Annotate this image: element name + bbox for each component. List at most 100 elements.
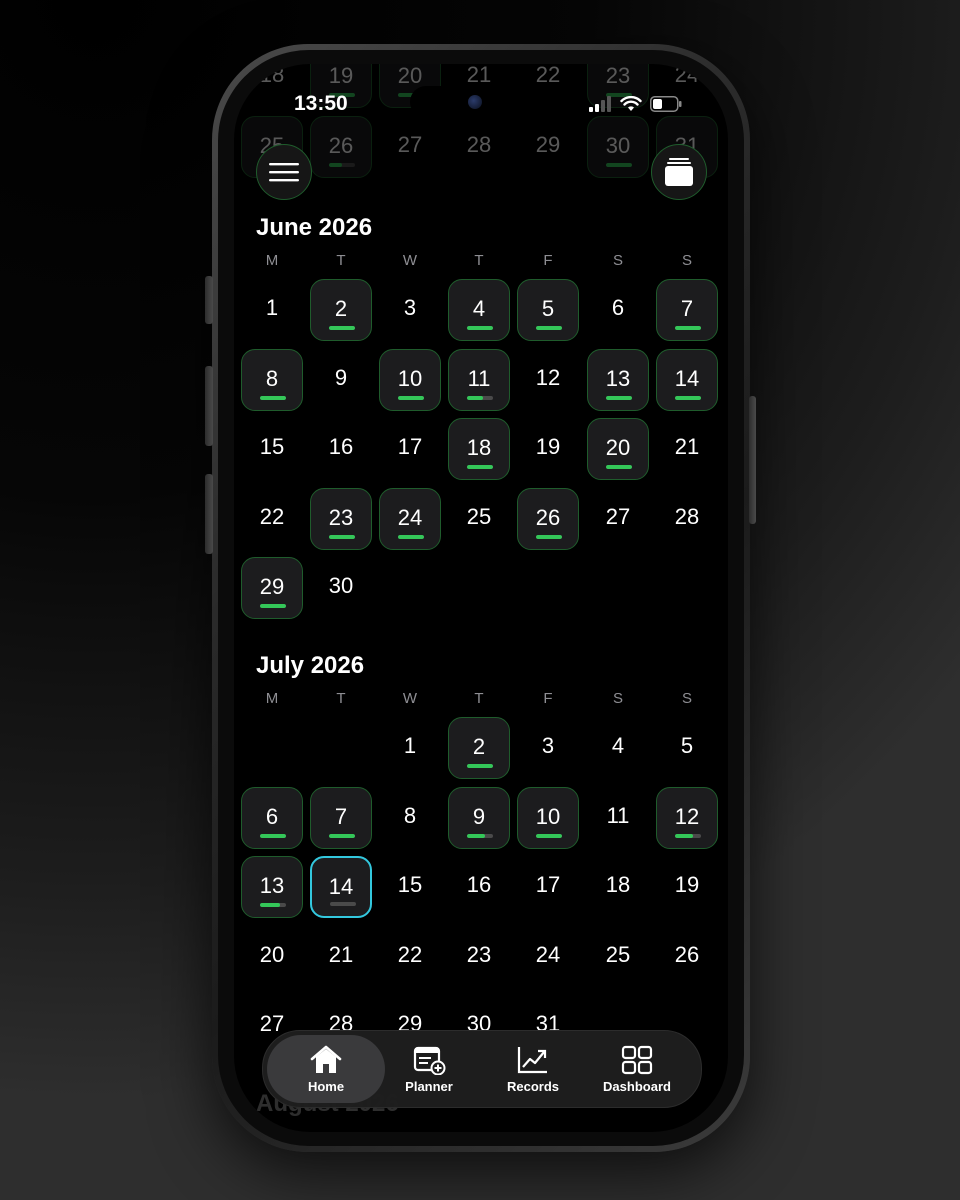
day-progress-fill — [675, 326, 701, 330]
calendar-day[interactable]: 30 — [310, 557, 372, 619]
calendar-day[interactable]: 17 — [517, 856, 579, 918]
calendar-day[interactable]: 20 — [241, 926, 303, 988]
day-number: 6 — [611, 295, 625, 320]
calendar-day[interactable]: 15 — [241, 418, 303, 480]
calendar-day[interactable]: 28 — [656, 488, 718, 550]
tab-planner-label: Planner — [405, 1079, 453, 1094]
calendar-day[interactable]: 3 — [517, 717, 579, 779]
day-progress-bar — [329, 834, 355, 838]
calendar-day[interactable]: 29 — [517, 116, 579, 178]
calendar-day[interactable]: 26 — [517, 488, 579, 550]
calendar-day[interactable]: 16 — [448, 856, 510, 918]
calendar-day[interactable]: 27 — [379, 116, 441, 178]
day-number: 16 — [466, 872, 492, 897]
day-number: 27 — [605, 504, 631, 529]
calendar-day[interactable]: 24 — [379, 488, 441, 550]
calendar-day[interactable]: 17 — [379, 418, 441, 480]
day-number: 28 — [466, 132, 492, 157]
menu-button[interactable] — [256, 144, 312, 200]
month-title: July 2026 — [256, 652, 365, 679]
calendar-day[interactable]: 22 — [241, 488, 303, 550]
calendar-day[interactable]: 24 — [517, 926, 579, 988]
calendar-day[interactable]: 26 — [656, 926, 718, 988]
calendar-day[interactable]: 1 — [379, 717, 441, 779]
tab-dashboard[interactable]: Dashboard — [585, 1035, 689, 1103]
calendar-day[interactable]: 9 — [310, 349, 372, 411]
status-icons — [588, 96, 682, 112]
calendar-day[interactable]: 13 — [241, 856, 303, 918]
calendar-day[interactable]: 29 — [241, 557, 303, 619]
calendar-day[interactable]: 30 — [587, 116, 649, 178]
calendar-day[interactable]: 7 — [656, 279, 718, 341]
calendar-day[interactable]: 1 — [241, 279, 303, 341]
day-number: 30 — [328, 573, 354, 598]
calendar-day[interactable]: 28 — [448, 116, 510, 178]
calendar-day[interactable]: 6 — [241, 787, 303, 849]
day-progress-fill — [260, 903, 280, 907]
tab-home-label: Home — [307, 1079, 345, 1094]
calendar-day[interactable]: 8 — [379, 787, 441, 849]
battery-icon — [650, 96, 682, 112]
day-number: 1 — [265, 295, 279, 320]
day-progress-bar — [329, 163, 355, 167]
calendar-day[interactable]: 7 — [310, 787, 372, 849]
calendar-day[interactable]: 21 — [310, 926, 372, 988]
calendar-day[interactable]: 23 — [448, 926, 510, 988]
calendar-day[interactable]: 3 — [379, 279, 441, 341]
day-progress-bar — [675, 326, 701, 330]
day-progress-fill — [606, 465, 632, 469]
weekday-label: S — [681, 690, 692, 707]
calendar-day[interactable]: 27 — [587, 488, 649, 550]
day-number: 22 — [535, 64, 561, 87]
calendar-day[interactable]: 5 — [517, 279, 579, 341]
tab-home[interactable]: Home — [267, 1035, 385, 1103]
calendar-day[interactable]: 18 — [448, 418, 510, 480]
calendar-day[interactable]: 25 — [448, 488, 510, 550]
calendar-day[interactable]: 10 — [379, 349, 441, 411]
day-progress-fill — [467, 396, 483, 400]
calendar-day[interactable]: 2 — [310, 279, 372, 341]
calendar-day[interactable]: 5 — [656, 717, 718, 779]
day-number: 5 — [680, 733, 694, 758]
day-number: 18 — [605, 872, 631, 897]
calendar-day[interactable]: 2 — [448, 717, 510, 779]
calendar-day[interactable]: 19 — [656, 856, 718, 918]
calendar-day-today[interactable]: 14 — [310, 856, 372, 918]
day-number: 3 — [403, 295, 417, 320]
calendar-day[interactable]: 8 — [241, 349, 303, 411]
calendar-day[interactable]: 26 — [310, 116, 372, 178]
calendar-day[interactable]: 15 — [379, 856, 441, 918]
calendar-day[interactable]: 10 — [517, 787, 579, 849]
calendar-day[interactable]: 4 — [587, 717, 649, 779]
calendar-day[interactable]: 21 — [656, 418, 718, 480]
calendar-day[interactable]: 14 — [656, 349, 718, 411]
calendar-day[interactable]: 19 — [517, 418, 579, 480]
tab-planner[interactable]: Planner — [377, 1035, 481, 1103]
power-button — [749, 396, 756, 524]
day-progress-fill — [260, 396, 286, 400]
tab-records[interactable]: Records — [481, 1035, 585, 1103]
day-number: 21 — [328, 942, 354, 967]
day-number: 24 — [535, 942, 561, 967]
calendar-day[interactable]: 23 — [310, 488, 372, 550]
calendar-day[interactable]: 11 — [448, 349, 510, 411]
calendar-day[interactable]: 9 — [448, 787, 510, 849]
dynamic-island — [410, 86, 494, 118]
calendar-day[interactable]: 20 — [587, 418, 649, 480]
calendar-day[interactable]: 25 — [587, 926, 649, 988]
calendar-day[interactable]: 12 — [517, 349, 579, 411]
calendar-day[interactable]: 16 — [310, 418, 372, 480]
calendar-day[interactable]: 12 — [656, 787, 718, 849]
tab-dashboard-label: Dashboard — [603, 1079, 671, 1094]
calendar-day[interactable]: 6 — [587, 279, 649, 341]
day-progress-bar — [536, 834, 562, 838]
calendar-day[interactable]: 22 — [379, 926, 441, 988]
calendar-day[interactable]: 11 — [587, 787, 649, 849]
day-number: 3 — [541, 733, 555, 758]
calendar-day[interactable]: 22 — [517, 64, 579, 108]
stack-button[interactable] — [651, 144, 707, 200]
calendar-day[interactable]: 18 — [587, 856, 649, 918]
calendar-day[interactable]: 13 — [587, 349, 649, 411]
calendar-day[interactable]: 4 — [448, 279, 510, 341]
phone-screen: 13:50 1819202122232425262728293031 — [234, 64, 728, 1132]
